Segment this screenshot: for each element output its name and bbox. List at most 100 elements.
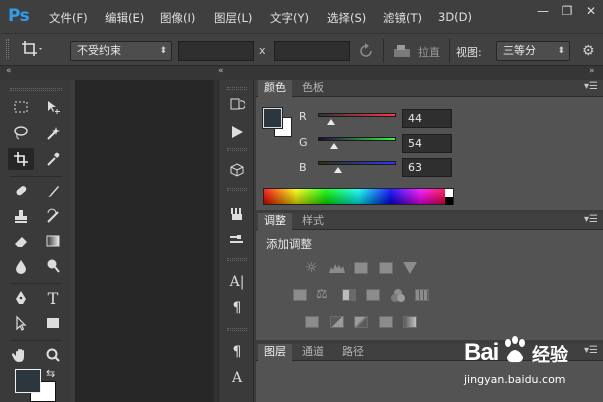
dodge-icon[interactable] <box>40 255 66 277</box>
invert-icon[interactable] <box>305 316 319 328</box>
spectrum-white-chip[interactable] <box>445 189 453 197</box>
collapse-dock-icon[interactable]: « <box>218 66 224 76</box>
curves-icon[interactable] <box>354 262 368 274</box>
channel-b-value[interactable]: 63 <box>402 158 452 177</box>
eyedropper-icon[interactable] <box>40 148 66 170</box>
menu-image[interactable]: 图像(I) <box>160 10 195 26</box>
gradient-icon[interactable] <box>40 230 66 252</box>
clear-rotate-icon[interactable] <box>357 42 375 60</box>
tab-channels[interactable]: 通道 <box>296 344 330 361</box>
hand-icon[interactable] <box>8 344 34 366</box>
straighten-icon[interactable] <box>392 42 412 60</box>
channel-b-slider[interactable] <box>318 161 396 165</box>
actions-play-icon[interactable] <box>226 122 248 142</box>
color-balance-icon[interactable]: ⚖ <box>316 288 334 302</box>
posterize-icon[interactable] <box>330 316 344 328</box>
menu-edit[interactable]: 编辑(E) <box>105 10 144 26</box>
zoom-icon[interactable] <box>40 344 66 366</box>
panel-menu-icon[interactable]: ▾☰ <box>584 214 598 225</box>
character-styles-icon[interactable]: A <box>226 368 248 388</box>
threshold-icon[interactable] <box>354 316 368 328</box>
foreground-color-swatch[interactable] <box>15 369 41 393</box>
path-selection-icon[interactable] <box>8 312 34 334</box>
3d-cube-icon[interactable] <box>226 160 248 180</box>
close-button[interactable]: ✕ <box>583 4 599 18</box>
channel-g-knob[interactable] <box>330 143 339 149</box>
straighten-label[interactable]: 拉直 <box>418 44 440 60</box>
channel-r-value[interactable]: 44 <box>402 109 452 128</box>
lasso-icon[interactable] <box>8 122 34 144</box>
rectangle-shape-icon[interactable] <box>40 312 66 334</box>
exposure-icon[interactable] <box>379 262 393 274</box>
tab-adjustments[interactable]: 调整 <box>258 213 292 230</box>
menu-3d[interactable]: 3D(D) <box>438 10 472 24</box>
paragraph-styles-icon[interactable]: ¶ <box>226 342 248 362</box>
paragraph-icon[interactable]: ¶ <box>226 298 248 318</box>
brush-icon[interactable] <box>40 180 66 202</box>
panel-menu-icon[interactable]: ▾☰ <box>584 81 598 92</box>
eraser-icon[interactable] <box>8 230 34 252</box>
magic-wand-icon[interactable] <box>40 122 66 144</box>
clone-stamp-icon[interactable] <box>8 205 34 227</box>
menu-file[interactable]: 文件(F) <box>49 10 88 26</box>
menu-select[interactable]: 选择(S) <box>327 10 366 26</box>
type-icon[interactable]: T <box>40 287 66 309</box>
channel-b-knob[interactable] <box>333 167 342 173</box>
hue-saturation-icon[interactable] <box>293 289 307 301</box>
brush-presets-icon[interactable] <box>226 204 248 224</box>
tab-styles[interactable]: 样式 <box>296 213 330 230</box>
selective-color-icon[interactable] <box>379 316 393 328</box>
swap-colors-icon[interactable]: ⇆ <box>46 367 55 380</box>
crop-tool-preset-icon[interactable] <box>18 38 44 60</box>
vibrance-icon[interactable] <box>403 262 417 274</box>
channel-r-slider[interactable] <box>318 113 396 117</box>
view-select[interactable]: 三等分 ⬍ <box>496 41 570 61</box>
levels-icon[interactable] <box>328 262 346 274</box>
black-white-icon[interactable] <box>342 289 356 301</box>
crop-icon[interactable] <box>8 148 34 170</box>
channel-g-slider[interactable] <box>318 137 396 141</box>
channel-r-knob[interactable] <box>327 119 336 125</box>
tool-presets-icon[interactable] <box>226 230 248 250</box>
tools-grip <box>10 88 62 91</box>
brightness-icon[interactable]: ☼ <box>305 261 321 275</box>
menu-bar: Ps 文件(F) 编辑(E) 图像(I) 图层(L) 文字(Y) 选择(S) 滤… <box>0 0 603 33</box>
menu-filter[interactable]: 滤镜(T) <box>383 10 422 26</box>
gradient-map-icon[interactable] <box>403 316 417 328</box>
menu-layer[interactable]: 图层(L) <box>214 10 252 26</box>
collapse-tools-icon[interactable]: « <box>6 66 12 76</box>
photo-filter-icon[interactable] <box>366 289 380 301</box>
tab-paths[interactable]: 路径 <box>336 344 370 361</box>
dock-grip <box>227 188 247 191</box>
history-icon[interactable] <box>226 94 248 114</box>
gear-icon[interactable]: ⚙ <box>582 43 595 59</box>
marquee-icon[interactable] <box>8 96 34 118</box>
color-panel-tabs: 颜色 色板 ▾☰ <box>256 80 603 97</box>
expand-panels-icon[interactable]: » <box>589 66 595 76</box>
document-canvas[interactable] <box>75 80 214 402</box>
color-lookup-icon[interactable] <box>415 289 429 301</box>
dock-grip <box>227 328 247 331</box>
channel-b-label: B <box>299 161 307 174</box>
spectrum-black-chip[interactable] <box>445 197 453 205</box>
crop-height-field[interactable] <box>274 41 350 61</box>
crop-width-field[interactable] <box>178 41 254 61</box>
color-panel-fg-swatch[interactable] <box>262 107 283 129</box>
pen-icon[interactable] <box>8 287 34 309</box>
blur-icon[interactable] <box>8 255 34 277</box>
options-divider <box>383 39 384 63</box>
history-brush-icon[interactable] <box>40 205 66 227</box>
move-icon[interactable] <box>40 96 66 118</box>
tab-layers[interactable]: 图层 <box>258 344 292 361</box>
character-icon[interactable]: A| <box>226 272 248 292</box>
minimize-button[interactable]: — <box>535 4 551 18</box>
color-spectrum-ramp[interactable] <box>263 188 454 205</box>
tab-swatches[interactable]: 色板 <box>296 80 330 97</box>
menu-type[interactable]: 文字(Y) <box>270 10 309 26</box>
channel-mixer-icon[interactable] <box>390 288 406 302</box>
restore-button[interactable]: ❐ <box>559 4 575 18</box>
healing-brush-icon[interactable] <box>8 180 34 202</box>
channel-g-value[interactable]: 54 <box>402 134 452 153</box>
ratio-select[interactable]: 不受约束 ⬍ <box>70 41 172 61</box>
tab-color[interactable]: 颜色 <box>258 80 292 97</box>
